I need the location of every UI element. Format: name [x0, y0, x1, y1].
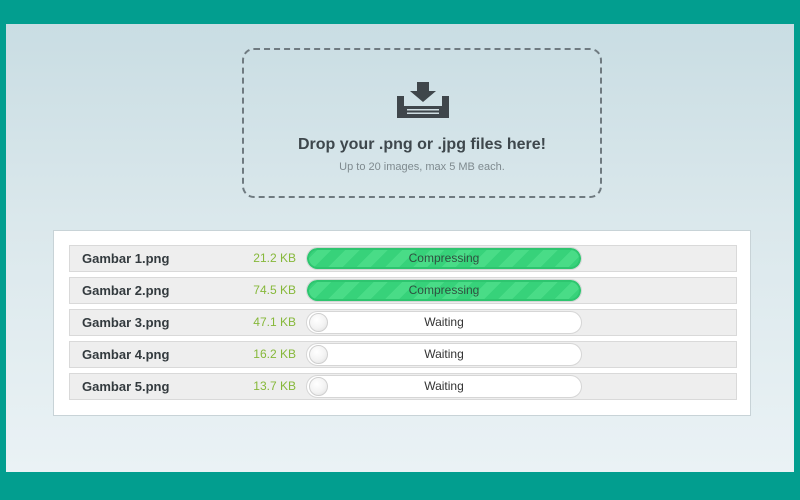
file-row: Gambar 4.png 16.2 KB Waiting	[69, 341, 737, 368]
file-name: Gambar 3.png	[82, 315, 170, 330]
progress-status: Waiting	[424, 315, 464, 329]
progress-bar: Waiting	[306, 311, 582, 334]
progress-status: Waiting	[424, 347, 464, 361]
file-list: Gambar 1.png 21.2 KB Compressing Gambar …	[53, 230, 751, 416]
file-name: Gambar 4.png	[82, 347, 170, 362]
file-name: Gambar 1.png	[82, 251, 170, 266]
file-row: Gambar 3.png 47.1 KB Waiting	[69, 309, 737, 336]
file-size: 74.5 KB	[253, 283, 296, 297]
file-row: Gambar 2.png 74.5 KB Compressing	[69, 277, 737, 304]
progress-bar: Compressing	[306, 279, 582, 302]
download-tray-icon	[397, 82, 449, 118]
file-size: 47.1 KB	[253, 315, 296, 329]
file-size: 21.2 KB	[253, 251, 296, 265]
progress-bar: Waiting	[306, 375, 582, 398]
file-dropzone[interactable]: Drop your .png or .jpg files here! Up to…	[242, 48, 602, 198]
progress-bar: Compressing	[306, 247, 582, 270]
file-row: Gambar 1.png 21.2 KB Compressing	[69, 245, 737, 272]
upload-panel: Drop your .png or .jpg files here! Up to…	[6, 24, 794, 472]
file-name: Gambar 2.png	[82, 283, 170, 298]
dropzone-title: Drop your .png or .jpg files here!	[297, 136, 546, 153]
progress-status: Compressing	[408, 283, 480, 297]
progress-bar: Waiting	[306, 343, 582, 366]
file-size: 16.2 KB	[253, 347, 296, 361]
dropzone-subtitle: Up to 20 images, max 5 MB each.	[339, 161, 505, 173]
file-size: 13.7 KB	[253, 379, 296, 393]
file-name: Gambar 5.png	[82, 379, 170, 394]
progress-status: Compressing	[408, 251, 480, 265]
file-row: Gambar 5.png 13.7 KB Waiting	[69, 373, 737, 400]
progress-status: Waiting	[424, 379, 464, 393]
